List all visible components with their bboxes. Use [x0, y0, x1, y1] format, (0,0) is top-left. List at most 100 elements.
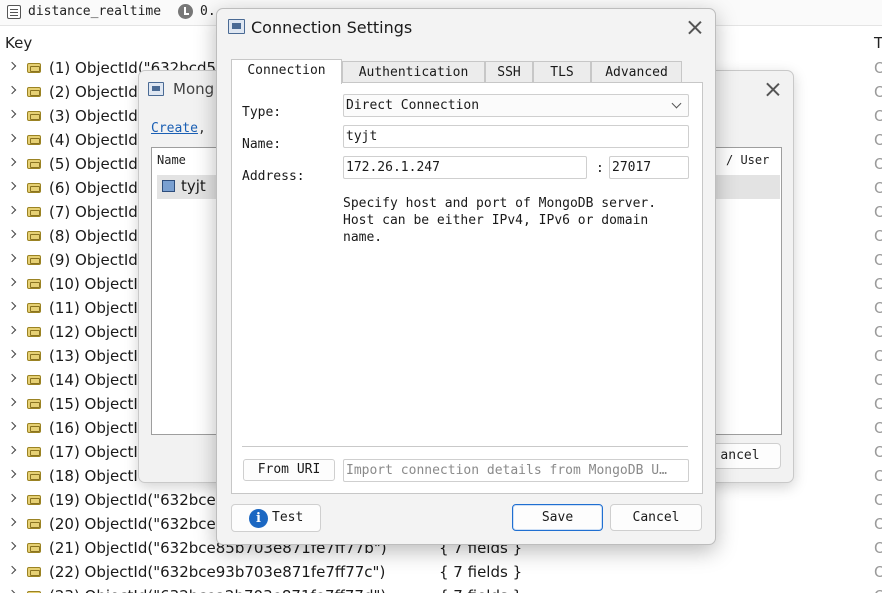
object-icon: [27, 471, 41, 481]
address-hint: Specify host and port of MongoDB server.…: [343, 196, 657, 245]
clock-icon: [178, 4, 193, 19]
chevron-right-icon[interactable]: [7, 469, 17, 479]
chevron-right-icon[interactable]: [7, 517, 17, 527]
name-input[interactable]: tyjt: [343, 125, 689, 148]
object-icon: [27, 327, 41, 337]
chevron-right-icon[interactable]: [7, 109, 17, 119]
chevron-right-icon[interactable]: [7, 205, 17, 215]
chevron-right-icon[interactable]: [7, 541, 17, 551]
row-key: (10) ObjectId: [49, 275, 148, 293]
chevron-right-icon[interactable]: [7, 229, 17, 239]
row-type: O: [874, 491, 882, 509]
save-button[interactable]: Save: [512, 504, 603, 531]
object-icon: [27, 159, 41, 169]
row-key: (11) ObjectId: [49, 299, 148, 317]
chevron-right-icon[interactable]: [7, 325, 17, 335]
port-input[interactable]: 27017: [609, 156, 689, 179]
object-icon: [27, 207, 41, 217]
collection-icon: [7, 5, 21, 19]
row-type: O: [874, 179, 882, 197]
row-type: O: [874, 83, 882, 101]
object-icon: [27, 135, 41, 145]
chevron-right-icon[interactable]: [7, 565, 17, 575]
row-type: O: [874, 419, 882, 437]
chevron-right-icon[interactable]: [7, 445, 17, 455]
tab-advanced[interactable]: Advanced: [591, 61, 682, 83]
row-type: O: [874, 107, 882, 125]
from-uri-button[interactable]: From URI: [243, 459, 335, 481]
host-input[interactable]: 172.26.1.247: [343, 156, 587, 179]
row-type: O: [874, 467, 882, 485]
row-key: (17) ObjectId: [49, 443, 148, 461]
object-icon: [27, 351, 41, 361]
link-separator: ,: [197, 121, 206, 136]
object-icon: [27, 111, 41, 121]
row-key: (14) ObjectId: [49, 371, 148, 389]
close-icon[interactable]: [766, 82, 780, 96]
row-type: O: [874, 347, 882, 365]
tab-tls[interactable]: TLS: [533, 61, 591, 83]
type-select[interactable]: Direct Connection: [343, 94, 689, 117]
chevron-right-icon[interactable]: [7, 421, 17, 431]
close-icon[interactable]: [688, 20, 702, 34]
object-icon: [27, 447, 41, 457]
row-type: O: [874, 323, 882, 341]
row-type: O: [874, 515, 882, 533]
chevron-right-icon[interactable]: [7, 181, 17, 191]
row-key: (16) ObjectId: [49, 419, 148, 437]
divider: [242, 446, 688, 447]
row-type: O: [874, 59, 882, 77]
object-icon: [27, 519, 41, 529]
table-row[interactable]: (23) ObjectId("632bcea2b703e871fe7ff77d"…: [0, 584, 882, 593]
row-type: O: [874, 587, 882, 593]
test-button-label: Test: [272, 510, 304, 525]
row-key: (15) ObjectId: [49, 395, 148, 413]
row-key: (22) ObjectId("632bce93b703e871fe7ff77c"…: [49, 563, 386, 581]
chevron-right-icon[interactable]: [7, 301, 17, 311]
collection-name[interactable]: distance_realtime: [28, 4, 161, 19]
object-icon: [27, 543, 41, 553]
address-colon: :: [596, 161, 604, 176]
query-time: 0.: [200, 4, 216, 19]
dialog-title: Connection Settings: [251, 18, 413, 37]
connection-tab-panel: Type: Direct Connection Name: tyjt Addre…: [231, 82, 703, 494]
chevron-right-icon[interactable]: [7, 157, 17, 167]
connections-dialog-title: Mong: [173, 80, 215, 98]
row-key: (2) ObjectId(: [49, 83, 144, 101]
test-button[interactable]: i Test: [231, 504, 321, 532]
row-type: O: [874, 275, 882, 293]
chevron-right-icon[interactable]: [7, 133, 17, 143]
tab-connection[interactable]: Connection: [231, 59, 342, 84]
cancel-button[interactable]: Cancel: [610, 504, 702, 531]
object-icon: [27, 255, 41, 265]
chevron-down-icon: [671, 98, 682, 109]
chevron-right-icon[interactable]: [7, 493, 17, 503]
object-icon: [27, 87, 41, 97]
column-user-header: / User: [726, 153, 770, 167]
chevron-right-icon[interactable]: [7, 85, 17, 95]
row-value: { 7 fields }: [439, 587, 522, 593]
uri-input[interactable]: Import connection details from MongoDB U…: [343, 459, 689, 482]
chevron-right-icon[interactable]: [7, 397, 17, 407]
tab-ssh[interactable]: SSH: [485, 61, 533, 83]
chevron-right-icon[interactable]: [7, 61, 17, 71]
column-type-header[interactable]: T: [874, 34, 882, 52]
chevron-right-icon[interactable]: [7, 253, 17, 263]
row-type: O: [874, 539, 882, 557]
column-key-header[interactable]: Key: [5, 34, 32, 52]
column-name-header: Name: [157, 153, 186, 167]
address-label: Address:: [242, 169, 305, 184]
chevron-right-icon[interactable]: [7, 349, 17, 359]
tab-authentication[interactable]: Authentication: [342, 61, 485, 83]
row-type: O: [874, 251, 882, 269]
name-label: Name:: [242, 137, 282, 152]
object-icon: [27, 279, 41, 289]
chevron-right-icon[interactable]: [7, 373, 17, 383]
create-link[interactable]: Create: [151, 121, 198, 136]
server-icon: [162, 180, 175, 192]
table-row[interactable]: (22) ObjectId("632bce93b703e871fe7ff77c"…: [0, 560, 882, 584]
row-type: O: [874, 227, 882, 245]
chevron-right-icon[interactable]: [7, 277, 17, 287]
row-type: O: [874, 299, 882, 317]
row-key: (13) ObjectId: [49, 347, 148, 365]
